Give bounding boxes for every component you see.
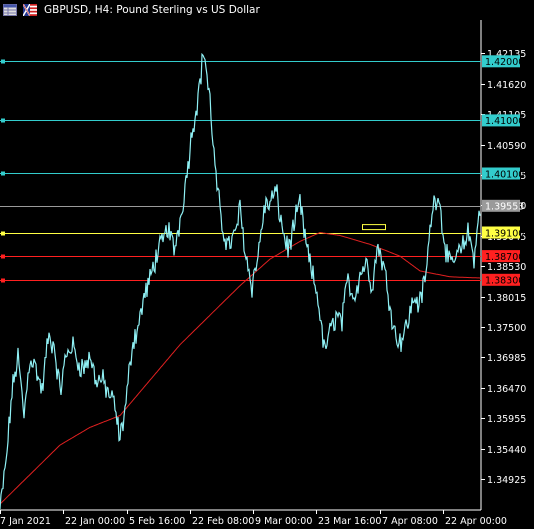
price-level-label: 1.38300 (485, 276, 524, 287)
chart-header: GBPUSD, H4: Pound Sterling vs US Dollar (0, 0, 260, 20)
chart-title: GBPUSD, H4: Pound Sterling vs US Dollar (44, 4, 260, 16)
price-level-handle[interactable] (1, 171, 5, 176)
price-level-handle[interactable] (1, 59, 5, 64)
y-tick-label: 1.35440 (487, 445, 526, 456)
y-tick-label: 1.34925 (487, 475, 526, 486)
current-price-label: 1.39553 (485, 202, 524, 213)
moving-average-line (0, 231, 481, 505)
price-level-label: 1.38700 (485, 252, 524, 263)
price-chart[interactable]: 1.421351.416201.411051.405901.400751.395… (0, 0, 534, 529)
x-tick-label: 22 Feb 08:00 (192, 516, 254, 527)
price-level-handle[interactable] (1, 118, 5, 123)
x-tick-label: 7 Apr 08:00 (382, 516, 438, 527)
x-tick-label: 22 Apr 00:00 (445, 516, 507, 527)
price-level-label: 1.42000 (485, 57, 524, 68)
rectangle-annotation[interactable] (362, 224, 386, 231)
y-tick-label: 1.38530 (487, 262, 526, 273)
y-tick-label: 1.37500 (487, 323, 526, 334)
price-level-label: 1.39100 (485, 228, 524, 239)
price-line (0, 52, 481, 510)
x-tick-label: 9 Mar 00:00 (255, 516, 312, 527)
x-tick-label: 7 Jan 2021 (0, 516, 51, 527)
flag-icon (23, 4, 37, 16)
x-tick-label: 5 Feb 16:00 (129, 516, 185, 527)
y-tick-label: 1.35955 (487, 414, 526, 425)
x-tick-label: 22 Jan 00:00 (65, 516, 125, 527)
y-tick-label: 1.36470 (487, 384, 526, 395)
price-level-label: 1.41000 (485, 116, 524, 127)
y-tick-label: 1.41620 (487, 80, 526, 91)
y-tick-label: 1.38015 (487, 293, 526, 304)
price-level-label: 1.40100 (485, 169, 524, 180)
price-level-handle[interactable] (1, 278, 5, 283)
x-tick-label: 23 Mar 16:00 (318, 516, 381, 527)
price-level-handle[interactable] (1, 231, 5, 236)
y-tick-label: 1.36985 (487, 353, 526, 364)
table-icon (3, 4, 17, 16)
y-tick-label: 1.40590 (487, 141, 526, 152)
price-level-handle[interactable] (1, 254, 5, 259)
